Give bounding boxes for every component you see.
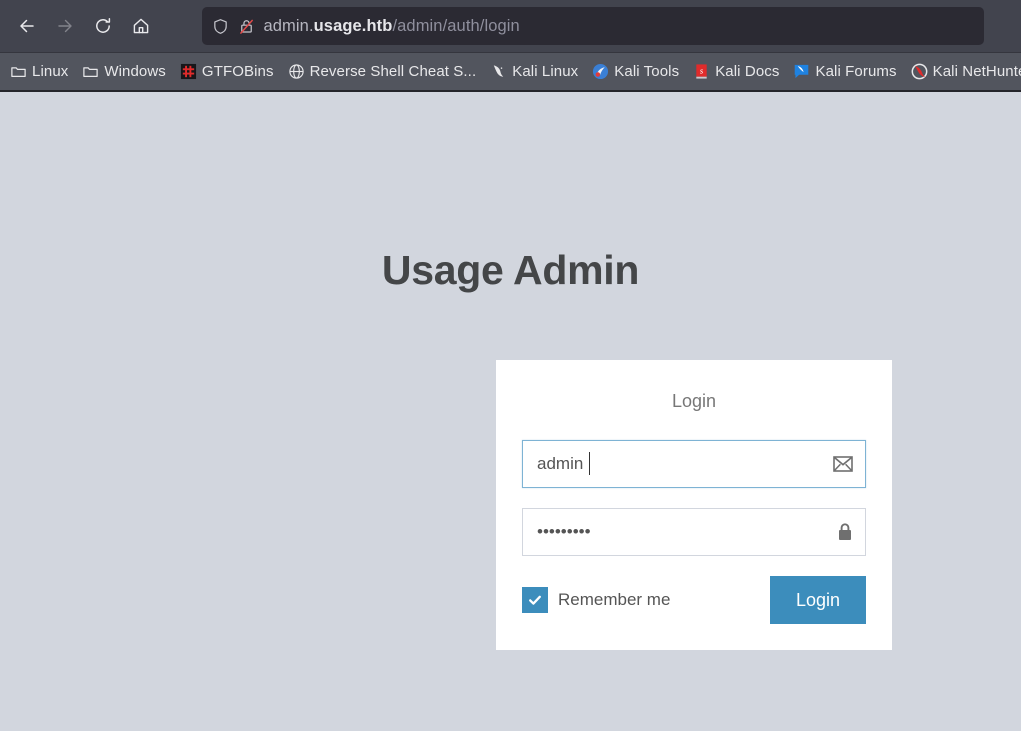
bookmark-kali-linux[interactable]: Kali Linux xyxy=(484,60,584,83)
kali-dragon-icon xyxy=(490,63,507,80)
bookmark-label: Reverse Shell Cheat S... xyxy=(310,63,477,80)
password-input[interactable] xyxy=(522,508,866,556)
bookmark-label: Kali Docs xyxy=(715,63,779,80)
lock-crossed-out-icon[interactable] xyxy=(238,18,255,35)
bookmark-reverse-shell-cheat-sheet[interactable]: Reverse Shell Cheat S... xyxy=(282,60,483,83)
login-card-heading: Login xyxy=(522,391,866,412)
url-path: /admin/auth/login xyxy=(392,17,519,35)
home-button[interactable] xyxy=(122,7,160,45)
bookmark-kali-forums[interactable]: Kali Forums xyxy=(787,60,902,83)
page-title: Usage Admin xyxy=(0,247,1021,294)
shield-icon[interactable] xyxy=(212,18,229,35)
back-button[interactable] xyxy=(8,7,46,45)
globe-icon xyxy=(288,63,305,80)
browser-chrome: admin.usage.htb/admin/auth/login Linux W… xyxy=(0,0,1021,92)
page-viewport: Usage Admin Login xyxy=(0,92,1021,713)
bookmark-label: Linux xyxy=(32,63,68,80)
kali-tools-icon xyxy=(592,63,609,80)
home-icon xyxy=(131,16,151,36)
kali-forums-icon xyxy=(793,63,810,80)
kali-nethunter-icon xyxy=(911,63,928,80)
url-bar[interactable]: admin.usage.htb/admin/auth/login xyxy=(202,7,984,45)
bookmark-label: Kali NetHunter xyxy=(933,63,1021,80)
reload-button[interactable] xyxy=(84,7,122,45)
bookmark-gtfobins[interactable]: GTFOBins xyxy=(174,60,280,83)
bookmark-kali-nethunter[interactable]: Kali NetHunter xyxy=(905,60,1021,83)
remember-me-control[interactable]: Remember me xyxy=(522,587,670,613)
folder-icon xyxy=(10,63,27,80)
url-text: admin.usage.htb/admin/auth/login xyxy=(264,17,520,36)
url-subdomain: admin. xyxy=(264,17,314,35)
check-icon xyxy=(527,592,543,608)
email-input[interactable] xyxy=(522,440,866,488)
bookmark-label: Kali Linux xyxy=(512,63,578,80)
login-card: Login xyxy=(496,360,892,650)
arrow-left-icon xyxy=(17,16,37,36)
browser-navigation-toolbar: admin.usage.htb/admin/auth/login xyxy=(0,0,1021,52)
remember-me-label: Remember me xyxy=(558,590,670,610)
remember-me-checkbox[interactable] xyxy=(522,587,548,613)
password-field-group xyxy=(522,508,866,556)
email-field-group xyxy=(522,440,866,488)
bookmark-windows[interactable]: Windows xyxy=(76,60,172,83)
bookmark-kali-docs[interactable]: s Kali Docs xyxy=(687,60,785,83)
arrow-right-icon xyxy=(55,16,75,36)
gtfobins-icon xyxy=(180,63,197,80)
bookmark-label: Windows xyxy=(104,63,166,80)
text-caret xyxy=(589,452,590,475)
bookmark-label: GTFOBins xyxy=(202,63,274,80)
bookmarks-bar: Linux Windows GTFOBins xyxy=(0,52,1021,90)
url-host: usage.htb xyxy=(314,17,393,35)
url-bar-container: admin.usage.htb/admin/auth/login xyxy=(160,7,1013,45)
reload-icon xyxy=(93,16,113,36)
bookmark-label: Kali Tools xyxy=(614,63,679,80)
folder-icon xyxy=(82,63,99,80)
login-submit-button[interactable]: Login xyxy=(770,576,866,624)
kali-docs-icon: s xyxy=(693,63,710,80)
bookmark-linux[interactable]: Linux xyxy=(4,60,74,83)
bookmark-label: Kali Forums xyxy=(815,63,896,80)
bookmark-kali-tools[interactable]: Kali Tools xyxy=(586,60,685,83)
login-actions-row: Remember me Login xyxy=(522,576,866,624)
forward-button[interactable] xyxy=(46,7,84,45)
